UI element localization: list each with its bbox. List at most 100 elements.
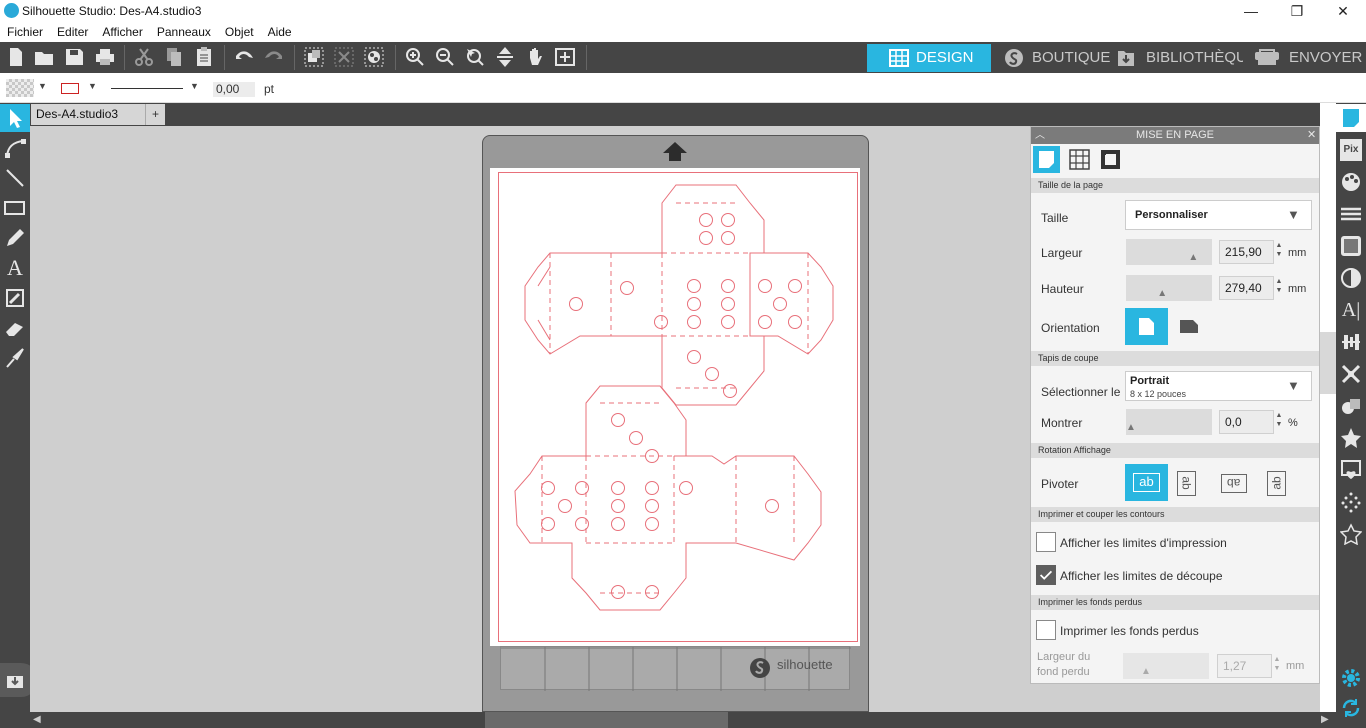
hauteur-spinner[interactable]: ▲ ▼	[1275, 277, 1283, 295]
document-tab[interactable]: Des-A4.studio3	[31, 104, 145, 125]
montrer-spinner[interactable]: ▲ ▼	[1275, 411, 1283, 429]
menu-objet[interactable]: Objet	[218, 22, 261, 39]
panel-collapse-icon[interactable]: ︿	[1035, 127, 1045, 144]
zoom-in-icon[interactable]	[404, 46, 426, 68]
tab-boutique[interactable]: BOUTIQUE	[1003, 44, 1110, 72]
knife-tool-icon[interactable]	[4, 347, 26, 369]
fill-pattern-icon[interactable]	[1340, 235, 1362, 257]
page-setup-icon[interactable]	[1340, 107, 1362, 129]
die-net-bottom[interactable]	[514, 385, 822, 611]
vertical-scroll-thumb[interactable]	[1320, 332, 1336, 394]
rotate-180-icon[interactable]: ab	[1221, 474, 1247, 493]
line-color-swatch[interactable]	[61, 83, 79, 94]
text-tool-icon[interactable]: A	[4, 255, 26, 280]
palette-icon[interactable]	[1340, 171, 1362, 193]
edit-points-icon[interactable]	[4, 137, 26, 159]
bleed-width-slider-thumb[interactable]: ▲	[1141, 666, 1151, 677]
close-button[interactable]: ✕	[1320, 0, 1366, 22]
panel-tab-page-setup[interactable]	[1033, 146, 1060, 173]
line-style-preview[interactable]	[111, 88, 183, 89]
print-icon[interactable]	[94, 46, 116, 68]
menu-aide[interactable]: Aide	[261, 22, 299, 39]
line-style-dropdown-arrow-icon[interactable]: ▼	[190, 81, 199, 91]
sync-icon[interactable]	[1340, 697, 1362, 719]
zoom-out-icon[interactable]	[434, 46, 456, 68]
menu-afficher[interactable]: Afficher	[95, 22, 149, 39]
tab-design[interactable]: DESIGN	[867, 44, 991, 72]
save-icon[interactable]	[63, 46, 85, 68]
panel-close-icon[interactable]: ✕	[1307, 127, 1316, 144]
line-color-dropdown-arrow-icon[interactable]: ▼	[88, 81, 97, 91]
bleed-width-spinner[interactable]: ▲ ▼	[1273, 655, 1281, 673]
orientation-landscape-icon[interactable]	[1179, 318, 1199, 335]
bleed-width-input[interactable]: 1,27	[1217, 654, 1272, 678]
zoom-fit-icon[interactable]	[554, 46, 576, 68]
rotate-0-button[interactable]: ab	[1125, 464, 1168, 501]
print-limits-checkbox[interactable]	[1036, 532, 1056, 552]
rotate-270-icon[interactable]: ab	[1267, 471, 1286, 496]
montrer-slider-thumb[interactable]: ▲	[1126, 422, 1136, 433]
pencil-tool-icon[interactable]	[4, 227, 26, 249]
panel-tab-registration-icon[interactable]	[1097, 146, 1124, 173]
pan-hand-icon[interactable]	[524, 46, 546, 68]
align-icon[interactable]	[1340, 331, 1362, 353]
ungroup-icon[interactable]	[333, 46, 355, 68]
largeur-spinner[interactable]: ▲ ▼	[1275, 241, 1283, 259]
trace-icon[interactable]	[1340, 459, 1362, 481]
cut-icon[interactable]	[133, 46, 155, 68]
modify-icon[interactable]	[1340, 395, 1362, 417]
hauteur-slider-thumb[interactable]: ▲	[1157, 288, 1167, 299]
scroll-left-icon[interactable]: ◀	[33, 714, 41, 725]
minimize-button[interactable]: —	[1228, 0, 1274, 22]
select-arrow-icon[interactable]	[4, 107, 26, 129]
draw-eraser-tool-icon[interactable]	[4, 287, 26, 309]
settings-gear-icon[interactable]	[1340, 667, 1362, 689]
replicate-icon[interactable]	[1340, 363, 1362, 385]
orientation-portrait-button[interactable]	[1125, 308, 1168, 345]
taille-dropdown[interactable]: Personnaliser ▼	[1125, 200, 1312, 230]
mat-dropdown[interactable]: Portrait 8 x 12 pouces ▼	[1125, 371, 1312, 401]
rectangle-tool-icon[interactable]	[4, 197, 26, 219]
contrast-icon[interactable]	[1340, 267, 1362, 289]
line-tool-icon[interactable]	[4, 167, 26, 189]
hauteur-input[interactable]: 279,40	[1219, 276, 1274, 300]
new-file-icon[interactable]	[5, 46, 27, 68]
add-tab-button[interactable]: +	[145, 104, 165, 125]
fit-to-page-icon[interactable]	[494, 46, 516, 68]
sketch-dots-icon[interactable]	[1340, 491, 1362, 513]
largeur-input[interactable]: 215,90	[1219, 240, 1274, 264]
paste-icon[interactable]	[193, 46, 215, 68]
bleed-print-checkbox[interactable]	[1036, 620, 1056, 640]
copy-icon[interactable]	[163, 46, 185, 68]
scroll-right-icon[interactable]: ▶	[1321, 714, 1329, 725]
tab-bibliotheque[interactable]: BIBLIOTHÈQUE	[1115, 44, 1243, 72]
vertical-scrollbar[interactable]	[1320, 103, 1336, 712]
compound-path-icon[interactable]	[363, 46, 385, 68]
menu-fichier[interactable]: Fichier	[0, 22, 50, 39]
pixscan-icon[interactable]: Pix	[1340, 139, 1362, 161]
die-net-top[interactable]	[524, 184, 834, 406]
tab-envoyer[interactable]: ENVOYER	[1253, 44, 1365, 72]
largeur-slider-thumb[interactable]: ▲	[1188, 252, 1198, 263]
largeur-slider[interactable]: ▲	[1126, 239, 1212, 265]
restore-button[interactable]: ❐	[1274, 0, 1320, 22]
panel-tab-grid-icon[interactable]	[1066, 146, 1093, 173]
hauteur-slider[interactable]: ▲	[1126, 275, 1212, 301]
fill-pattern-swatch[interactable]	[6, 79, 34, 97]
text-style-icon[interactable]: A|	[1340, 299, 1362, 321]
fill-dropdown-arrow-icon[interactable]: ▼	[38, 81, 47, 91]
open-folder-icon[interactable]	[33, 46, 55, 68]
line-style-icon[interactable]	[1340, 203, 1362, 225]
line-width-input[interactable]: 0,00	[213, 82, 255, 97]
cut-limits-checkbox[interactable]	[1036, 565, 1056, 585]
menu-panneaux[interactable]: Panneaux	[150, 22, 218, 39]
montrer-slider[interactable]: ▲	[1126, 409, 1212, 435]
rotate-90-icon[interactable]: ab	[1177, 471, 1196, 496]
star-burst-icon[interactable]	[1340, 427, 1362, 449]
redo-icon[interactable]	[263, 46, 285, 68]
group-icon[interactable]	[303, 46, 325, 68]
dice-design[interactable]	[490, 168, 860, 646]
undo-icon[interactable]	[233, 46, 255, 68]
montrer-input[interactable]: 0,0	[1219, 410, 1274, 434]
menu-editer[interactable]: Editer	[50, 22, 95, 39]
